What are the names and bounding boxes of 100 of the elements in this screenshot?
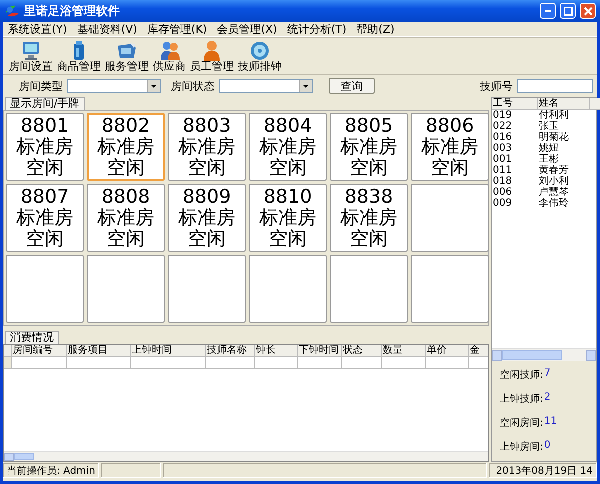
horizontal-scrollbar[interactable] [4,451,488,461]
menu-item[interactable]: 会员管理(X) [212,22,282,36]
room-tile[interactable]: 8805 标准房 空闲 [330,113,408,181]
toolbar-button[interactable]: 技师排钟 [236,39,284,73]
room-tile[interactable]: 8809 标准房 空闲 [168,184,246,252]
menu-item[interactable]: 库存管理(K) [142,22,212,36]
toolbar-button[interactable]: 员工管理 [188,39,236,73]
operator-status: 当前操作员: Admin [3,463,100,478]
room-tile[interactable]: 8803 标准房 空闲 [168,113,246,181]
dropdown-field[interactable] [219,79,313,93]
close-button[interactable] [580,3,596,19]
table-cell-text: 006 [492,187,514,198]
maximize-icon [564,6,572,16]
table-cell-text: 003 [492,143,514,154]
toolbar-button[interactable]: 供应商 [151,39,188,73]
table-cell-text: 黄春芳 [538,165,570,176]
close-icon [584,6,592,16]
column-header[interactable]: 上钟时间 [131,345,206,357]
dropdown-field[interactable] [67,79,161,93]
room-tile[interactable]: 8806 标准房 空闲 [411,113,489,181]
column-header[interactable]: 数量 [382,345,426,357]
stat-value: 11 [544,416,558,429]
table-cell [255,357,298,369]
column-header[interactable]: 服务项目 [67,345,131,357]
caret-icon [302,83,310,89]
minimize-icon [545,10,551,12]
menu-item[interactable]: 基础资料(V) [72,22,142,36]
table-cell-text: 018 [492,176,514,187]
caret-icon [150,83,158,89]
field-label: 房间类型 [19,78,63,94]
room-tile[interactable]: 8807 标准房 空闲 [6,184,84,252]
table-cell [206,357,255,369]
table-cell-text: 张玉 [538,121,560,132]
monitor-icon [20,40,42,61]
table-cell-text: 022 [492,121,514,132]
input-field[interactable] [517,79,593,93]
column-header[interactable]: 单价 [426,345,469,357]
column-header[interactable]: 技师名称 [206,345,255,357]
toolbar-button[interactable]: 服务管理 [103,39,151,73]
empty-tile[interactable] [249,255,327,323]
table-cell [67,357,131,369]
table-cell-text: 姚妞 [538,143,560,154]
row-header[interactable] [4,357,12,369]
tab[interactable]: 显示房间/手牌 [5,97,85,110]
table-cell [298,357,342,369]
table-cell-text: 011 [492,165,514,176]
stat-label: 上钟技师: [500,392,544,406]
empty-tile[interactable] [6,255,84,323]
table-cell-text: 付利利 [538,110,570,121]
empty-tile[interactable] [411,184,489,252]
column-header[interactable]: 金 [469,345,488,357]
toolbar-button[interactable]: 商品管理 [55,39,103,73]
query-button[interactable]: 查询 [329,78,375,94]
empty-tile[interactable] [411,255,489,323]
stat-value: 2 [544,392,551,405]
stat-label: 上钟房间: [500,440,544,454]
toolbar-button[interactable]: 房间设置 [7,39,55,73]
room-tile[interactable]: 8810 标准房 空闲 [249,184,327,252]
stat-label: 空闲技师: [500,368,544,382]
corner-cell [4,345,12,357]
table-cell [382,357,426,369]
table-cell [12,357,67,369]
person-icon [201,40,223,61]
empty-tile[interactable] [330,255,408,323]
disc-icon [249,40,271,61]
menu-item[interactable]: 帮助(Z) [352,22,400,36]
menu-item[interactable]: 系统设置(Y) [3,22,72,36]
maximize-button[interactable] [560,3,576,19]
tab[interactable]: 消费情况 [5,331,59,344]
room-tile[interactable]: 8838 标准房 空闲 [330,184,408,252]
menu-item[interactable]: 统计分析(T) [282,22,352,36]
table-cell [426,357,469,369]
table-cell-text: 019 [492,110,514,121]
column-header[interactable]: 下钟时间 [298,345,342,357]
empty-tile[interactable] [168,255,246,323]
column-header[interactable]: 工号 [492,98,538,110]
date-status: 2013年08月19日 14 [489,463,597,478]
tray-icon [116,40,138,61]
room-tile[interactable]: 8804 标准房 空闲 [249,113,327,181]
status-pane [101,463,162,478]
table-cell-text: 王彬 [538,154,560,165]
stat-label: 空闲房间: [500,416,544,430]
column-header[interactable]: 钟长 [255,345,298,357]
field-label: 技师号 [480,78,513,94]
room-tile[interactable]: 8808 标准房 空闲 [87,184,165,252]
horizontal-scrollbar[interactable] [492,348,596,361]
stat-value: 7 [544,368,551,381]
table-cell-text: 明菊花 [538,132,570,143]
table-cell [342,357,382,369]
table-cell-text: 016 [492,132,514,143]
room-tile[interactable]: 8802 标准房 空闲 [87,113,165,181]
column-header[interactable]: 状态 [342,345,382,357]
room-tile[interactable]: 8801 标准房 空闲 [6,113,84,181]
stat-value: 0 [544,440,551,453]
people-icon [158,40,180,61]
minimize-button[interactable] [540,3,556,19]
column-header[interactable]: 姓名 [538,98,590,110]
table-cell-text: 李伟玲 [538,198,570,209]
field-label: 房间状态 [171,78,215,94]
empty-tile[interactable] [87,255,165,323]
